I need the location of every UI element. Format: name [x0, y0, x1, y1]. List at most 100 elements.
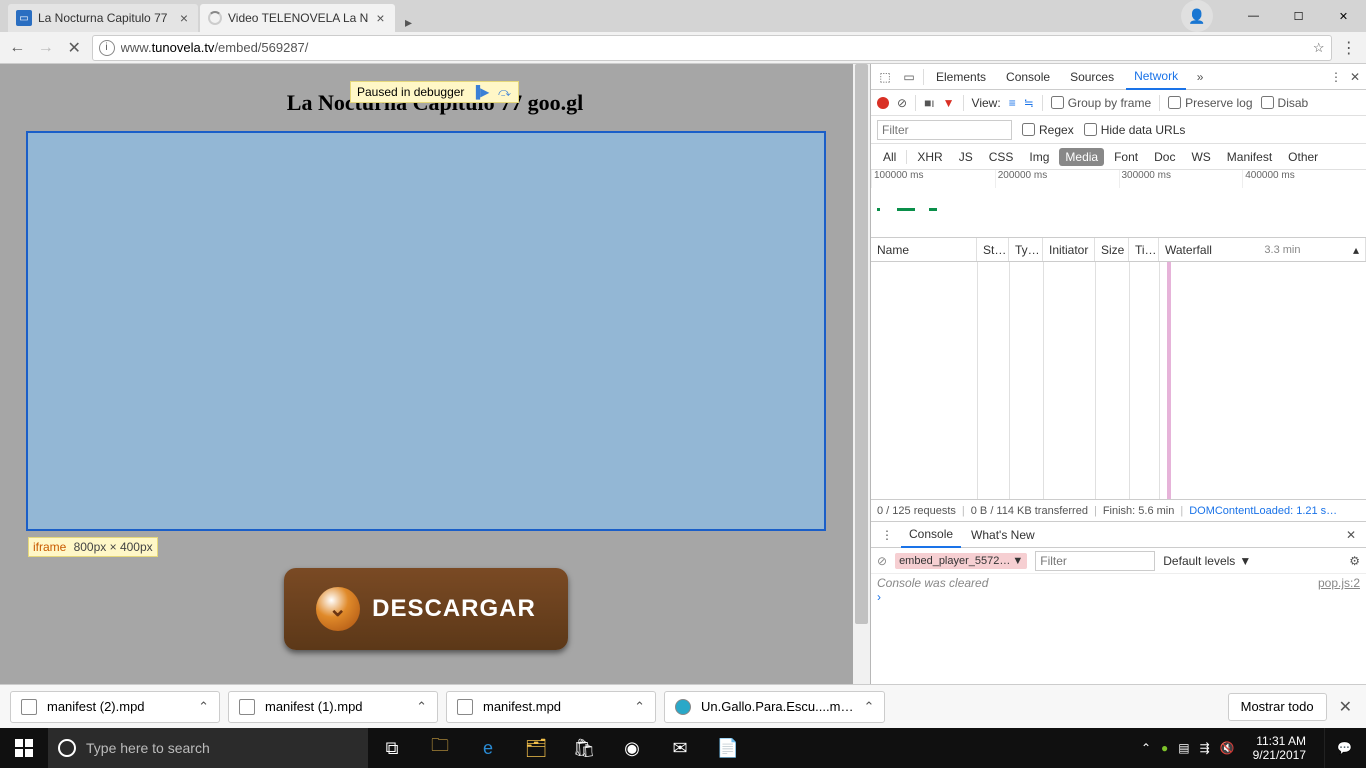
taskbar-search[interactable]: Type here to search: [48, 728, 368, 768]
type-other[interactable]: Other: [1282, 148, 1324, 166]
user-avatar-icon[interactable]: 👤: [1181, 0, 1213, 32]
highlighted-iframe[interactable]: [26, 131, 826, 531]
chevron-up-icon[interactable]: ⌃: [634, 699, 645, 715]
tray-expand-icon[interactable]: ⌃: [1141, 741, 1151, 755]
chevron-up-icon[interactable]: ⌃: [863, 699, 874, 715]
type-all[interactable]: All: [877, 148, 902, 166]
type-img[interactable]: Img: [1023, 148, 1055, 166]
console-filter-input[interactable]: [1035, 551, 1155, 571]
show-all-downloads-button[interactable]: Mostrar todo: [1228, 693, 1327, 721]
edge-icon[interactable]: e: [464, 728, 512, 768]
hide-data-urls-checkbox[interactable]: Hide data URLs: [1084, 123, 1186, 137]
drawer-close-icon[interactable]: ✕: [1340, 528, 1362, 542]
device-toggle-icon[interactable]: ▭: [899, 70, 919, 84]
devtools-menu-icon[interactable]: ⋮: [1330, 70, 1342, 84]
overview-icon[interactable]: ≒: [1024, 96, 1034, 110]
drawer-menu-icon[interactable]: ⋮: [875, 528, 899, 542]
volume-icon[interactable]: 🔇: [1220, 741, 1235, 755]
drawer-tab-whatsnew[interactable]: What's New: [963, 522, 1043, 548]
action-center-icon[interactable]: 💬: [1324, 728, 1364, 768]
group-by-frame-checkbox[interactable]: Group by frame: [1051, 96, 1151, 110]
taskbar-clock[interactable]: 11:31 AM 9/21/2017: [1245, 734, 1314, 763]
tab-network[interactable]: Network: [1126, 64, 1186, 90]
col-type[interactable]: Ty…: [1009, 238, 1043, 261]
file-explorer-icon[interactable]: 🗀: [416, 728, 464, 768]
col-waterfall[interactable]: Waterfall3.3 min▴: [1159, 238, 1366, 261]
console-settings-icon[interactable]: ⚙: [1349, 554, 1360, 568]
resume-icon[interactable]: ▐▶: [472, 84, 488, 100]
type-js[interactable]: JS: [953, 148, 979, 166]
download-item[interactable]: manifest (2).mpd⌃: [10, 691, 220, 723]
preserve-log-checkbox[interactable]: Preserve log: [1168, 96, 1252, 110]
col-size[interactable]: Size: [1095, 238, 1129, 261]
more-tabs-icon[interactable]: »: [1190, 70, 1210, 84]
wifi-icon[interactable]: ⇶: [1200, 741, 1210, 755]
maximize-button[interactable]: ☐: [1276, 0, 1321, 32]
large-rows-icon[interactable]: ≡: [1009, 96, 1016, 110]
scrollbar-thumb[interactable]: [855, 64, 868, 624]
filter-funnel-icon[interactable]: ▼: [943, 96, 955, 110]
type-css[interactable]: CSS: [983, 148, 1020, 166]
download-item[interactable]: Un.Gallo.Para.Escu....m…⌃: [664, 691, 885, 723]
folder-icon[interactable]: 🗂: [512, 728, 560, 768]
devtools-close-icon[interactable]: ✕: [1350, 70, 1360, 84]
log-levels-selector[interactable]: Default levels ▼: [1163, 554, 1251, 568]
site-info-icon[interactable]: i: [99, 40, 115, 56]
stop-button[interactable]: ✕: [63, 34, 86, 62]
regex-checkbox[interactable]: Regex: [1022, 123, 1074, 137]
type-media[interactable]: Media: [1059, 148, 1104, 166]
drawer-tab-console[interactable]: Console: [901, 522, 961, 548]
type-font[interactable]: Font: [1108, 148, 1144, 166]
new-tab-button[interactable]: ▸: [397, 12, 421, 32]
tab-console[interactable]: Console: [998, 64, 1058, 90]
camera-icon[interactable]: ■ı: [924, 96, 935, 110]
download-item[interactable]: manifest (1).mpd⌃: [228, 691, 438, 723]
browser-tab-1[interactable]: ▭ La Nocturna Capitulo 77 ×: [8, 4, 198, 32]
network-timeline[interactable]: 100000 ms 200000 ms 300000 ms 400000 ms: [871, 170, 1366, 238]
disable-cache-checkbox[interactable]: Disab: [1261, 96, 1309, 110]
close-icon[interactable]: ×: [374, 10, 386, 26]
col-name[interactable]: Name: [871, 238, 977, 261]
type-xhr[interactable]: XHR: [911, 148, 948, 166]
download-item[interactable]: manifest.mpd⌃: [446, 691, 656, 723]
close-downloads-bar-icon[interactable]: ✕: [1335, 697, 1356, 717]
forward-button[interactable]: →: [35, 34, 58, 62]
close-icon[interactable]: ×: [178, 10, 190, 26]
page-scrollbar[interactable]: [853, 64, 870, 768]
context-selector[interactable]: embed_player_5572… ▼: [895, 553, 1027, 569]
tray-app-icon[interactable]: ●: [1161, 741, 1168, 755]
tab-sources[interactable]: Sources: [1062, 64, 1122, 90]
console-prompt[interactable]: ›: [877, 590, 1360, 604]
type-doc[interactable]: Doc: [1148, 148, 1181, 166]
minimize-button[interactable]: —: [1231, 0, 1276, 32]
chevron-up-icon[interactable]: ⌃: [416, 699, 427, 715]
type-ws[interactable]: WS: [1185, 148, 1216, 166]
browser-menu-button[interactable]: ⋮: [1338, 34, 1361, 62]
network-filter-input[interactable]: [877, 120, 1012, 140]
record-button[interactable]: [877, 97, 889, 109]
col-initiator[interactable]: Initiator: [1043, 238, 1095, 261]
chevron-up-icon[interactable]: ⌃: [198, 699, 209, 715]
console-source-link[interactable]: pop.js:2: [1318, 576, 1360, 590]
task-view-icon[interactable]: ⧉: [368, 728, 416, 768]
clear-console-icon[interactable]: ⊘: [877, 554, 887, 568]
inspect-icon[interactable]: ⬚: [875, 70, 895, 84]
step-over-icon[interactable]: ⤼: [496, 84, 512, 100]
clear-icon[interactable]: ⊘: [897, 96, 907, 110]
address-bar[interactable]: i www.tunovela.tv/embed/569287/ ☆: [92, 35, 1332, 61]
store-icon[interactable]: 🛍: [560, 728, 608, 768]
descargar-button[interactable]: ⌄ DESCARGAR: [284, 568, 568, 650]
start-button[interactable]: [0, 728, 48, 768]
network-table-body[interactable]: [871, 262, 1366, 500]
network-icon[interactable]: ▤: [1178, 741, 1189, 755]
notepad-icon[interactable]: 📄: [704, 728, 752, 768]
chrome-icon[interactable]: ◉: [608, 728, 656, 768]
back-button[interactable]: ←: [6, 34, 29, 62]
col-status[interactable]: St…: [977, 238, 1009, 261]
bookmark-star-icon[interactable]: ☆: [1313, 40, 1325, 56]
browser-tab-2[interactable]: Video TELENOVELA La N ×: [200, 4, 395, 32]
mail-icon[interactable]: ✉: [656, 728, 704, 768]
close-window-button[interactable]: ✕: [1321, 0, 1366, 32]
tab-elements[interactable]: Elements: [928, 64, 994, 90]
col-time[interactable]: Ti…: [1129, 238, 1159, 261]
